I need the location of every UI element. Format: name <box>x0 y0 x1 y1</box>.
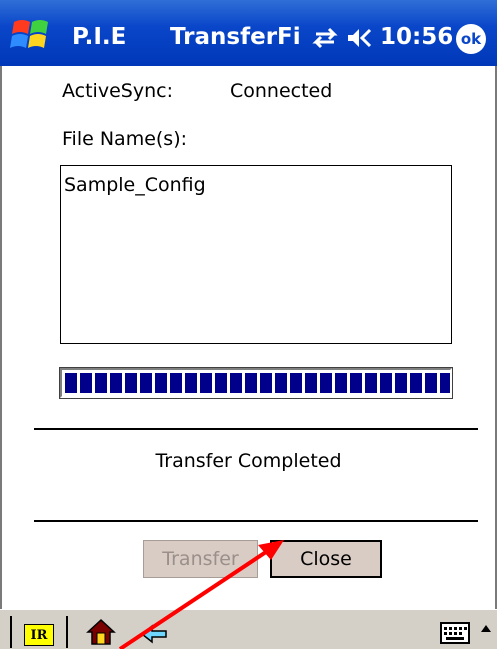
app-name: P.I.E <box>72 24 127 50</box>
sync-icon[interactable] <box>310 26 340 50</box>
progress-bar <box>59 367 453 399</box>
file-list-item[interactable]: Sample_Config <box>64 174 206 196</box>
ok-button[interactable]: ok <box>456 24 486 54</box>
frame-border-left <box>0 66 2 609</box>
progress-segment <box>230 373 242 393</box>
ir-icon[interactable]: IR <box>24 624 54 646</box>
progress-segment <box>290 373 302 393</box>
progress-segment <box>275 373 287 393</box>
progress-segment <box>260 373 272 393</box>
file-list[interactable]: Sample_Config <box>60 165 452 344</box>
progress-segment <box>305 373 317 393</box>
progress-segment <box>110 373 122 393</box>
progress-segment <box>125 373 137 393</box>
progress-segment <box>320 373 332 393</box>
progress-segment <box>365 373 377 393</box>
progress-segment <box>185 373 197 393</box>
close-button[interactable]: Close <box>270 540 382 578</box>
progress-segment <box>395 373 407 393</box>
progress-segment <box>200 373 212 393</box>
progress-segment <box>245 373 257 393</box>
transfer-status: Transfer Completed <box>155 450 342 472</box>
activesync-label: ActiveSync: <box>62 80 173 102</box>
progress-segment <box>350 373 362 393</box>
progress-segment <box>215 373 227 393</box>
home-icon[interactable] <box>86 618 116 646</box>
divider <box>34 520 478 522</box>
progress-segment <box>95 373 107 393</box>
title-bar: P.I.E TransferFi 10:56 ok <box>0 0 497 66</box>
input-arrow-icon[interactable] <box>480 622 492 636</box>
file-names-label: File Name(s): <box>62 128 188 150</box>
separator <box>10 616 12 648</box>
progress-segment <box>155 373 167 393</box>
progress-segment <box>440 373 450 393</box>
activesync-status: Connected <box>230 80 333 102</box>
progress-segment <box>380 373 392 393</box>
progress-segment <box>65 373 77 393</box>
progress-segment <box>170 373 182 393</box>
progress-segment <box>140 373 152 393</box>
volume-icon[interactable] <box>346 26 374 50</box>
clock[interactable]: 10:56 <box>380 24 453 50</box>
separator <box>66 616 68 648</box>
progress-segment <box>80 373 92 393</box>
transfer-button[interactable]: Transfer <box>143 540 258 578</box>
keyboard-icon[interactable] <box>440 622 470 644</box>
progress-segment <box>335 373 347 393</box>
divider <box>34 428 478 430</box>
window-title: TransferFi <box>170 24 301 50</box>
command-bar: IR <box>0 609 497 649</box>
arrow-icon[interactable] <box>138 622 170 646</box>
progress-segment <box>425 373 437 393</box>
progress-segment <box>410 373 422 393</box>
windows-flag-icon[interactable] <box>6 18 56 52</box>
